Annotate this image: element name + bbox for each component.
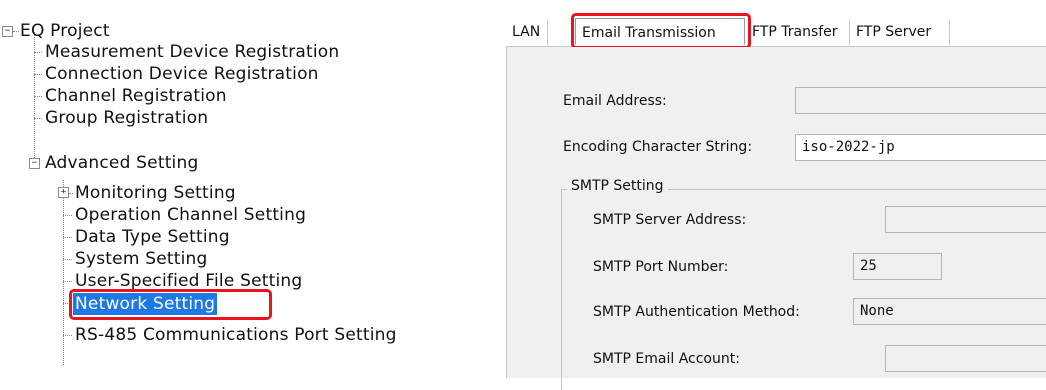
encoding-field[interactable]: iso-2022-jp — [795, 134, 1046, 161]
encoding-label: Encoding Character String: — [563, 139, 753, 155]
collapse-icon[interactable]: − — [2, 26, 13, 37]
tree-item-group-registration[interactable]: Group Registration — [45, 107, 208, 129]
email-address-field[interactable] — [795, 87, 1046, 114]
tree-item-channel-registration[interactable]: Channel Registration — [45, 85, 227, 107]
tree-item-system-setting[interactable]: System Setting — [75, 248, 207, 270]
tree-item-monitoring-setting[interactable]: Monitoring Setting — [75, 182, 236, 204]
smtp-server-field[interactable] — [885, 206, 1046, 233]
network-setting-highlight — [69, 289, 272, 320]
tree-item-advanced-setting[interactable]: Advanced Setting — [45, 152, 198, 174]
tree-item-operation-channel-setting[interactable]: Operation Channel Setting — [75, 204, 306, 226]
expand-icon[interactable]: + — [58, 187, 69, 198]
tree-item-rs485-port-setting[interactable]: RS-485 Communications Port Setting — [75, 324, 397, 346]
smtp-setting-legend: SMTP Setting — [567, 178, 668, 194]
email-tab-highlight — [571, 13, 751, 49]
smtp-port-label: SMTP Port Number: — [593, 259, 729, 275]
tree-item-connection-device-registration[interactable]: Connection Device Registration — [45, 63, 319, 85]
tab-ftp-transfer[interactable]: FTP Transfer — [746, 20, 850, 45]
smtp-auth-label: SMTP Authentication Method: — [593, 304, 800, 320]
smtp-account-field[interactable] — [885, 345, 1046, 372]
tab-lan[interactable]: LAN — [506, 20, 548, 45]
network-settings-panel: LAN Email Transmission FTP Transfer FTP … — [506, 0, 1046, 390]
collapse-icon[interactable]: − — [29, 158, 40, 169]
smtp-auth-field[interactable]: None — [853, 298, 1046, 325]
tree-item-measurement-device-registration[interactable]: Measurement Device Registration — [45, 41, 339, 63]
tab-ftp-server[interactable]: FTP Server — [850, 20, 950, 45]
tree-root-eq-project[interactable]: EQ Project — [20, 20, 110, 42]
smtp-port-field[interactable]: 25 — [853, 253, 942, 280]
smtp-account-label: SMTP Email Account: — [593, 351, 740, 367]
smtp-server-label: SMTP Server Address: — [593, 212, 747, 228]
email-settings-content: Email Address: Encoding Character String… — [506, 47, 1046, 390]
email-address-label: Email Address: — [563, 93, 667, 109]
project-tree: − EQ Project Measurement Device Registra… — [0, 0, 500, 378]
tree-item-data-type-setting[interactable]: Data Type Setting — [75, 226, 230, 248]
